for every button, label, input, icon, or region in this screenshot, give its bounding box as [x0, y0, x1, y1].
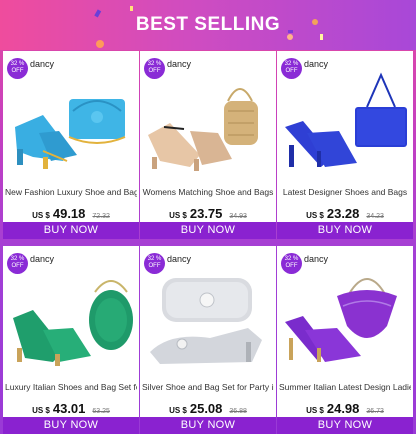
buy-now-button[interactable]: BUY NOW: [277, 222, 413, 239]
product-image[interactable]: [140, 266, 276, 376]
price-row: US $ 24.98 36.73: [277, 401, 413, 416]
product-card[interactable]: 32 % OFF dancy New Fashion Luxury Shoe a…: [3, 51, 139, 239]
product-title[interactable]: Womens Matching Shoe and Bags: [142, 187, 274, 197]
product-title[interactable]: Latest Designer Shoes and Bags: [279, 187, 411, 197]
currency-label: US $: [306, 406, 324, 415]
sale-price: 43.01: [52, 401, 86, 416]
buy-now-button[interactable]: BUY NOW: [3, 222, 139, 239]
product-card[interactable]: 32 % OFF dancy Womens Matching Shoe and …: [140, 51, 276, 239]
original-price: 34.93: [229, 213, 247, 220]
sale-price: 23.75: [189, 206, 223, 221]
brand-label: dancy: [30, 254, 55, 264]
price-row: US $ 49.18 72.32: [3, 206, 139, 221]
buy-now-button[interactable]: BUY NOW: [140, 417, 276, 434]
currency-label: US $: [306, 211, 324, 220]
price-row: US $ 43.01 63.25: [3, 401, 139, 416]
original-price: 36.73: [366, 408, 384, 415]
product-grid: 32 % OFF dancy New Fashion Luxury Shoe a…: [3, 51, 413, 434]
original-price: 36.88: [229, 408, 247, 415]
product-card[interactable]: 32 % OFF dancy Latest Designer Shoes and…: [277, 51, 413, 239]
brand-label: dancy: [304, 59, 329, 69]
brand-label: dancy: [167, 59, 192, 69]
original-price: 63.25: [92, 408, 110, 415]
product-image[interactable]: [140, 71, 276, 181]
product-image[interactable]: [277, 266, 413, 376]
currency-label: US $: [169, 211, 187, 220]
buy-now-button[interactable]: BUY NOW: [140, 222, 276, 239]
currency-label: US $: [32, 211, 50, 220]
brand-label: dancy: [30, 59, 55, 69]
buy-now-button[interactable]: BUY NOW: [3, 417, 139, 434]
price-row: US $ 23.28 34.23: [277, 206, 413, 221]
product-title[interactable]: Luxury Italian Shoes and Bag Set for: [5, 382, 137, 392]
price-row: US $ 25.08 36.88: [140, 401, 276, 416]
original-price: 72.32: [92, 213, 110, 220]
product-image[interactable]: [3, 266, 139, 376]
buy-now-button[interactable]: BUY NOW: [277, 417, 413, 434]
sale-price: 25.08: [189, 401, 223, 416]
sale-price: 24.98: [326, 401, 360, 416]
product-card[interactable]: 32 % OFF dancy Silver Shoe and Bag Set f…: [140, 246, 276, 434]
sale-price: 49.18: [52, 206, 86, 221]
currency-label: US $: [169, 406, 187, 415]
product-title[interactable]: Silver Shoe and Bag Set for Party in: [142, 382, 274, 392]
currency-label: US $: [32, 406, 50, 415]
product-title[interactable]: New Fashion Luxury Shoe and Bag: [5, 187, 137, 197]
sale-price: 23.28: [326, 206, 360, 221]
original-price: 34.23: [366, 213, 384, 220]
product-image[interactable]: [277, 71, 413, 181]
product-card[interactable]: 32 % OFF dancy Luxury Italian Shoes and …: [3, 246, 139, 434]
confetti-decoration: [94, 6, 323, 48]
product-title[interactable]: Summer Italian Latest Design Ladies: [279, 382, 411, 392]
brand-label: dancy: [167, 254, 192, 264]
price-row: US $ 23.75 34.93: [140, 206, 276, 221]
product-image[interactable]: [3, 71, 139, 181]
product-card[interactable]: 32 % OFF dancy Summer Italian Latest Des…: [277, 246, 413, 434]
brand-label: dancy: [304, 254, 329, 264]
